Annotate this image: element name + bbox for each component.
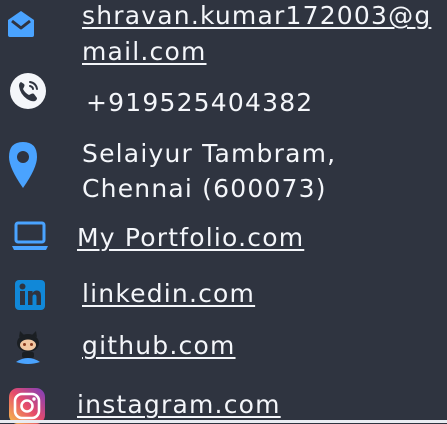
contact-instagram-row: instagram.com xyxy=(0,382,447,424)
linkedin-icon xyxy=(15,280,45,310)
github-octocat-icon xyxy=(16,331,40,364)
contact-portfolio-row: My Portfolio.com xyxy=(0,214,447,260)
address-line2: Chennai (600073) xyxy=(82,174,327,203)
github-link[interactable]: github.com xyxy=(82,328,236,364)
laptop-icon xyxy=(12,221,48,250)
instagram-icon xyxy=(9,388,45,424)
linkedin-link[interactable]: linkedin.com xyxy=(82,276,255,312)
instagram-link[interactable]: instagram.com xyxy=(77,387,281,423)
address-line1: Selaiyur Tambram, xyxy=(82,139,337,168)
envelope-icon xyxy=(8,11,34,37)
contact-list: shravan.kumar172003@gmail.com +919525404… xyxy=(0,0,447,424)
contact-email-row: shravan.kumar172003@gmail.com xyxy=(0,0,447,76)
email-link[interactable]: shravan.kumar172003@gmail.com xyxy=(82,0,447,70)
contact-phone-row: +919525404382 xyxy=(0,72,447,124)
contact-address-row: Selaiyur Tambram, Chennai (600073) xyxy=(0,134,447,212)
contact-linkedin-row: linkedin.com xyxy=(0,272,447,318)
map-pin-icon xyxy=(9,142,37,188)
phone-number[interactable]: +919525404382 xyxy=(86,85,313,121)
phone-icon xyxy=(10,73,46,109)
contact-github-row: github.com xyxy=(0,324,447,372)
portfolio-link[interactable]: My Portfolio.com xyxy=(77,220,304,256)
